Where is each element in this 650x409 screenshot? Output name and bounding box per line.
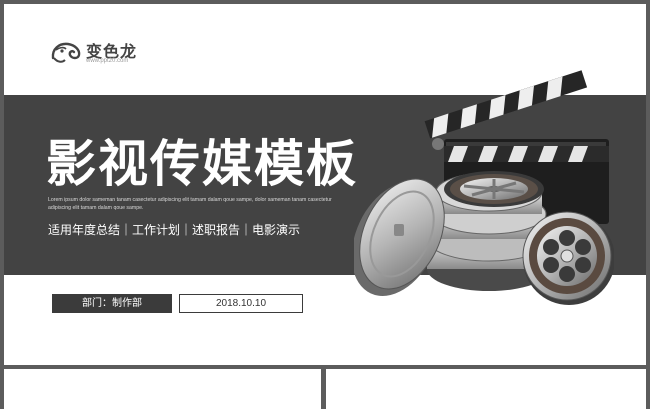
department-label: 部门：制作部 [52, 294, 172, 313]
logo-url: www.ppt20.com [86, 58, 129, 64]
film-illustration [354, 70, 614, 305]
next-slide-thumbnail-left [4, 369, 321, 409]
slide-description: Lorem ipsum dolor sameman tanam casectet… [48, 197, 332, 211]
film-reel-icon [522, 211, 614, 305]
chameleon-icon [51, 42, 81, 63]
date-label: 2018.10.10 [179, 294, 303, 313]
slide-tags: 适用年度总结｜工作计划｜述职报告｜电影演示 [48, 223, 301, 237]
title-slide: 变色龙 www.ppt20.com 影视传媒模板 Lorem ipsum dol… [4, 4, 646, 365]
next-slide-thumbnail-right [326, 369, 646, 409]
slide-title: 影视传媒模板 [46, 136, 358, 192]
